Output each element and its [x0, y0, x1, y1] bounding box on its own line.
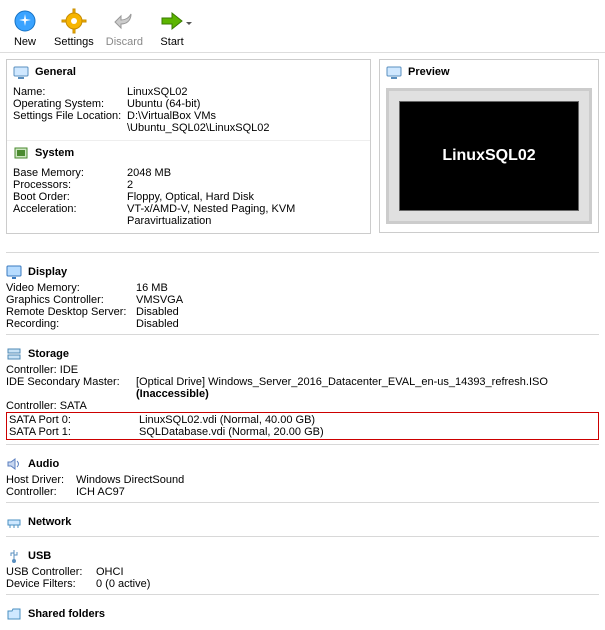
settings-label: Settings — [54, 36, 94, 48]
usb-ctrl-key: USB Controller: — [6, 566, 96, 578]
boot-key: Boot Order: — [13, 191, 127, 203]
start-icon — [158, 7, 186, 35]
audio-host-value: Windows DirectSound — [76, 474, 599, 486]
network-icon — [6, 514, 22, 530]
storage-title: Storage — [28, 348, 69, 360]
sata0-key: SATA Port 0: — [9, 414, 139, 426]
general-icon — [13, 64, 29, 80]
start-button[interactable]: Start — [151, 2, 193, 50]
sata-highlight-box: SATA Port 0:LinuxSQL02.vdi (Normal, 40.0… — [6, 412, 599, 440]
usb-icon — [6, 548, 22, 564]
sata0-value: LinuxSQL02.vdi (Normal, 40.00 GB) — [139, 414, 596, 426]
proc-key: Processors: — [13, 179, 127, 191]
gear-icon — [60, 7, 88, 35]
os-value: Ubuntu (64-bit) — [127, 98, 364, 110]
sata1-value: SQLDatabase.vdi (Normal, 20.00 GB) — [139, 426, 596, 438]
audio-title: Audio — [28, 458, 59, 470]
start-label: Start — [160, 36, 183, 48]
preview-thumbnail[interactable]: LinuxSQL02 — [386, 88, 592, 224]
content: General Name:LinuxSQL02 Operating System… — [0, 53, 605, 248]
mem-key: Base Memory: — [13, 167, 127, 179]
general-title: General — [35, 66, 76, 78]
preview-panel: Preview LinuxSQL02 — [379, 59, 599, 233]
toolbar: New Settings Discard Start — [0, 0, 605, 53]
rec-key: Recording: — [6, 318, 136, 330]
preview-vmname: LinuxSQL02 — [442, 147, 535, 165]
network-title: Network — [28, 516, 71, 528]
sata1-key: SATA Port 1: — [9, 426, 139, 438]
lower-sections: Display Video Memory:16 MB Graphics Cont… — [0, 252, 605, 630]
discard-icon — [110, 7, 138, 35]
preview-icon — [386, 64, 402, 80]
audio-ctrl-value: ICH AC97 — [76, 486, 599, 498]
discard-label: Discard — [106, 36, 143, 48]
proc-value: 2 — [127, 179, 364, 191]
boot-value: Floppy, Optical, Hard Disk — [127, 191, 364, 203]
os-key: Operating System: — [13, 98, 127, 110]
ide-sec-key: IDE Secondary Master: — [6, 376, 136, 400]
vmem-value: 16 MB — [136, 282, 599, 294]
vmem-key: Video Memory: — [6, 282, 136, 294]
new-icon — [11, 7, 39, 35]
audio-icon — [6, 456, 22, 472]
audio-ctrl-key: Controller: — [6, 486, 76, 498]
acc-key: Acceleration: — [13, 203, 127, 227]
usb-flt-value: 0 (0 active) — [96, 578, 599, 590]
settings-button[interactable]: Settings — [50, 2, 98, 50]
new-label: New — [14, 36, 36, 48]
display-icon — [6, 264, 22, 280]
rds-key: Remote Desktop Server: — [6, 306, 136, 318]
name-key: Name: — [13, 86, 127, 98]
storage-icon — [6, 346, 22, 362]
name-value: LinuxSQL02 — [127, 86, 364, 98]
sfl-value1: D:\VirtualBox VMs — [127, 110, 364, 122]
general-panel: General Name:LinuxSQL02 Operating System… — [6, 59, 371, 234]
ide-sec-inaccessible: (Inaccessible) — [136, 388, 209, 400]
controller-sata: Controller: SATA — [6, 400, 599, 412]
gc-key: Graphics Controller: — [6, 294, 136, 306]
audio-host-key: Host Driver: — [6, 474, 76, 486]
controller-ide: Controller: IDE — [6, 364, 599, 376]
sfl-value2: \Ubuntu_SQL02\LinuxSQL02 — [127, 122, 364, 134]
gc-value: VMSVGA — [136, 294, 599, 306]
rec-value: Disabled — [136, 318, 599, 330]
preview-title-label: Preview — [408, 66, 450, 78]
shared-folders-icon — [6, 606, 22, 622]
rds-value: Disabled — [136, 306, 599, 318]
acc-value: VT-x/AMD-V, Nested Paging, KVM Paravirtu… — [127, 203, 364, 227]
sfl-key: Settings File Location: — [13, 110, 127, 122]
discard-button[interactable]: Discard — [102, 2, 147, 50]
usb-flt-key: Device Filters: — [6, 578, 96, 590]
shared-title: Shared folders — [28, 608, 105, 620]
ide-sec-value: [Optical Drive] Windows_Server_2016_Data… — [136, 376, 548, 388]
mem-value: 2048 MB — [127, 167, 364, 179]
system-icon — [13, 145, 29, 161]
usb-title: USB — [28, 550, 51, 562]
display-title: Display — [28, 266, 67, 278]
usb-ctrl-value: OHCI — [96, 566, 599, 578]
system-title: System — [35, 147, 74, 159]
new-button[interactable]: New — [4, 2, 46, 50]
